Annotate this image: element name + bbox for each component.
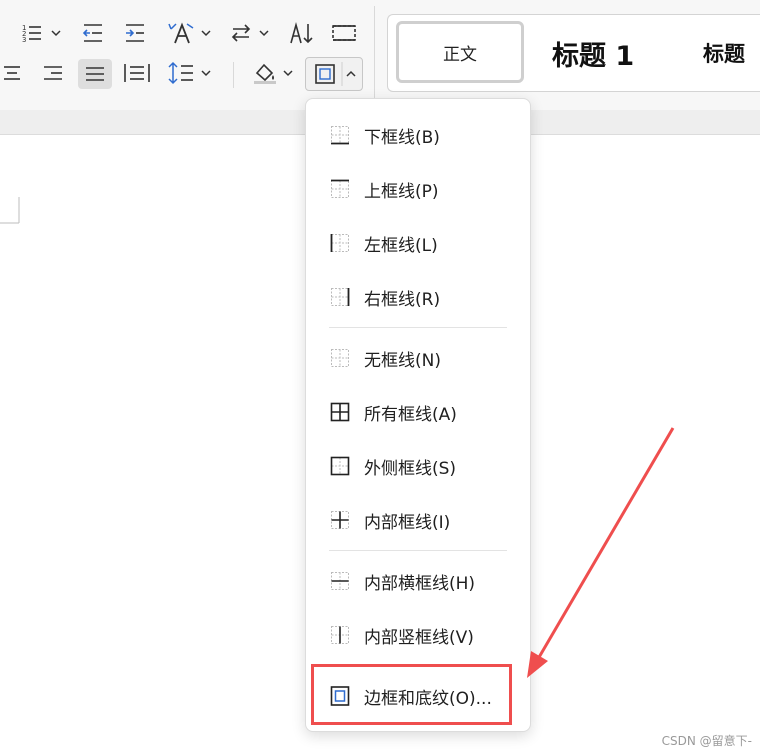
menu-item-label: 左框线(L) — [364, 235, 438, 256]
distributed-align-button[interactable] — [122, 60, 152, 86]
sort-az-button[interactable] — [288, 20, 316, 46]
styles-gallery: 正文 标题 1 标题 — [387, 14, 760, 92]
align-right-button[interactable] — [40, 60, 66, 86]
line-spacing-button[interactable] — [166, 60, 214, 86]
menu-item-label: 下框线(B) — [364, 127, 440, 148]
align-center-icon — [4, 66, 20, 80]
inside-vertical-border-icon — [331, 626, 349, 644]
menu-item-no-border[interactable]: 无框线(N) — [306, 336, 530, 380]
style-normal[interactable]: 正文 — [396, 21, 524, 83]
numbered-list-button[interactable]: 1 2 3 — [18, 20, 64, 46]
menu-item-right-border[interactable]: 右框线(R) — [306, 275, 530, 319]
all-borders-icon — [330, 402, 350, 422]
border-dropdown-button[interactable] — [305, 57, 363, 91]
sort-az-icon — [290, 22, 313, 44]
left-border-icon — [330, 234, 349, 252]
inside-borders-icon — [331, 511, 349, 529]
menu-item-inside-borders[interactable]: 内部框线(I) — [306, 498, 530, 542]
table-grid-icon — [332, 25, 356, 41]
toolbar-divider — [374, 6, 375, 102]
watermark: CSDN @留意下- — [661, 734, 752, 748]
align-justify-icon — [86, 67, 104, 81]
border-icon — [315, 62, 356, 86]
menu-item-label: 无框线(N) — [364, 350, 441, 371]
toolbar-divider — [233, 62, 234, 88]
annotation-highlight-box — [311, 664, 512, 725]
distributed-align-icon — [124, 64, 150, 82]
align-justify-button[interactable] — [78, 59, 112, 89]
sort-swap-icon — [231, 24, 269, 42]
sort-swap-button[interactable] — [228, 20, 272, 46]
menu-item-label: 外侧框线(S) — [364, 458, 457, 479]
shading-fill-button[interactable] — [250, 60, 296, 86]
style-heading-2[interactable]: 标题 — [703, 29, 745, 77]
numbered-list-icon: 1 2 3 — [22, 24, 61, 44]
border-dropdown-menu: 下框线(B) 上框线(P) 左框线(L) 右框线(R) 无框线(N) 所有框线(… — [305, 98, 531, 732]
menu-item-label: 右框线(R) — [364, 289, 441, 310]
menu-item-bottom-border[interactable]: 下框线(B) — [306, 113, 530, 157]
menu-item-outside-borders[interactable]: 外侧框线(S) — [306, 444, 530, 488]
page-corner-mark — [0, 197, 20, 224]
increase-indent-button[interactable] — [122, 20, 148, 46]
line-spacing-icon — [168, 61, 211, 85]
menu-item-label: 内部横框线(H) — [364, 573, 476, 594]
menu-item-label: 所有框线(A) — [364, 404, 457, 425]
text-direction-icon — [168, 22, 211, 44]
menu-item-label: 上框线(P) — [364, 181, 439, 202]
svg-text:3: 3 — [22, 36, 26, 44]
decrease-indent-button[interactable] — [80, 20, 106, 46]
align-right-icon — [44, 66, 62, 80]
menu-separator — [329, 327, 507, 328]
align-center-button[interactable] — [0, 60, 24, 86]
no-border-icon — [331, 349, 349, 367]
right-border-icon — [331, 288, 350, 306]
menu-separator — [329, 550, 507, 551]
style-heading-1[interactable]: 标题 1 — [552, 29, 634, 77]
menu-item-label: 内部竖框线(V) — [364, 627, 474, 648]
menu-item-all-borders[interactable]: 所有框线(A) — [306, 390, 530, 434]
outside-borders-icon — [330, 456, 350, 476]
menu-item-label: 内部框线(I) — [364, 512, 451, 533]
increase-indent-icon — [126, 24, 144, 42]
top-border-icon — [331, 179, 349, 198]
inside-horizontal-border-icon — [331, 572, 349, 590]
menu-item-inside-horizontal-border[interactable]: 内部横框线(H) — [306, 559, 530, 603]
bottom-border-icon — [331, 126, 349, 145]
menu-item-top-border[interactable]: 上框线(P) — [306, 167, 530, 211]
menu-item-inside-vertical-border[interactable]: 内部竖框线(V) — [306, 613, 530, 657]
decrease-indent-icon — [82, 24, 102, 42]
table-grid-button[interactable] — [330, 20, 358, 46]
ribbon-toolbar: 1 2 3 正文 标题 1 标题 — [0, 0, 760, 111]
text-direction-button[interactable] — [166, 20, 214, 46]
shading-fill-icon — [254, 63, 293, 84]
menu-item-left-border[interactable]: 左框线(L) — [306, 221, 530, 265]
